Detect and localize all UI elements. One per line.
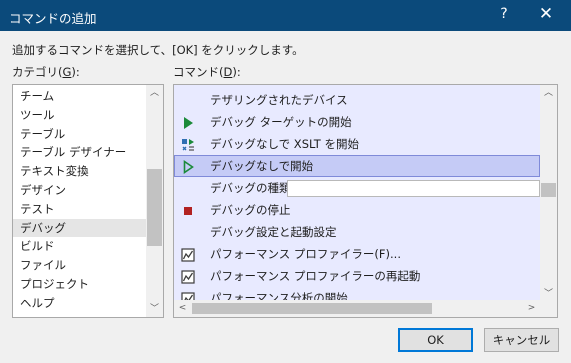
scroll-up-icon[interactable]: ︿ [540,85,557,101]
category-item[interactable]: テキスト変換 [13,162,147,181]
command-list[interactable]: テザリングされたデバイス デバッグ ターゲットの開始 デバッグなしで XSLT を開… [173,84,558,318]
command-item[interactable]: パフォーマンス プロファイラーの再起動 [174,265,540,287]
title-bar: コマンドの追加 ? ✕ [0,0,571,31]
stop-icon [181,203,195,217]
scroll-right-icon[interactable]: > [523,300,540,317]
ok-button[interactable]: OK [398,328,473,352]
command-item[interactable]: デバッグ ターゲットの開始 [174,111,540,133]
command-label-text: デバッグの停止 [210,203,291,217]
command-items: テザリングされたデバイス デバッグ ターゲットの開始 デバッグなしで XSLT を開… [174,89,540,309]
category-item[interactable]: テーブル [13,125,147,144]
xslt-run-icon [181,137,195,151]
category-item[interactable]: プロジェクト [13,275,147,294]
category-item[interactable]: ビルド [13,237,147,256]
window-title: コマンドの追加 [9,11,97,26]
command-label-text: デバッグなしで開始 [210,159,314,173]
debug-type-combo[interactable] [287,180,540,197]
category-item[interactable]: ファイル [13,256,147,275]
command-scrollbar[interactable]: ︿ ﹀ [540,85,557,302]
command-item[interactable]: デバッグなしで開始 [174,155,540,177]
category-label: カテゴリ(G): [12,65,80,79]
command-label-text: デバッグの種類 [210,181,291,195]
command-label-text: デバッグなしで XSLT を開始 [210,137,359,151]
category-item[interactable]: デバッグ [13,218,147,238]
category-list[interactable]: チーム ツール テーブル テーブル デザイナー テキスト変換 デザイン テスト デバッグ ビルド… [12,84,164,318]
profiler-icon [181,247,195,262]
close-button[interactable]: ✕ [537,4,555,24]
category-item[interactable]: チーム [13,87,147,106]
command-label-text: パフォーマンス プロファイラー(F)... [210,247,401,261]
scroll-corner [540,300,557,317]
command-item[interactable]: デバッグなしで XSLT を開始 [174,133,540,155]
cancel-button[interactable]: キャンセル [484,328,559,352]
command-item[interactable]: デバッグ設定と起動設定 [174,221,540,243]
profiler-icon [181,269,195,284]
command-label-text: パフォーマンス プロファイラーの再起動 [210,269,421,283]
category-scrollbar[interactable]: ︿ ﹀ [146,85,163,317]
command-item[interactable]: パフォーマンス プロファイラー(F)... [174,243,540,265]
scroll-up-icon[interactable]: ︿ [146,85,163,101]
category-item[interactable]: デザイン [13,181,147,200]
scroll-left-icon[interactable]: < [174,300,191,317]
hscroll-thumb[interactable] [192,303,432,314]
command-label-text: デバッグ ターゲットの開始 [210,115,352,129]
command-label: コマンド(D): [173,65,241,79]
category-item[interactable]: テスト [13,200,147,219]
command-hscrollbar[interactable]: < > [174,300,540,317]
play-outline-icon [181,159,195,175]
category-items: チーム ツール テーブル テーブル デザイナー テキスト変換 デザイン テスト デバッグ ビルド… [13,87,147,313]
play-filled-icon [181,115,195,129]
command-label-text: テザリングされたデバイス [210,93,348,107]
command-item[interactable]: デバッグの停止 [174,199,540,221]
category-item[interactable]: ヘルプ [13,294,147,313]
command-item[interactable]: テザリングされたデバイス [174,89,540,111]
category-item[interactable]: テーブル デザイナー [13,143,147,162]
scroll-thumb[interactable] [147,169,162,246]
command-item[interactable]: デバッグの種類 [174,177,540,199]
command-label-text: デバッグ設定と起動設定 [210,225,337,239]
help-button[interactable]: ? [497,6,511,22]
instruction-text: 追加するコマンドを選択して、[OK] をクリックします。 [12,43,304,57]
category-item[interactable]: ツール [13,106,147,125]
scroll-down-icon[interactable]: ﹀ [146,301,163,317]
scroll-thumb[interactable] [541,183,556,197]
